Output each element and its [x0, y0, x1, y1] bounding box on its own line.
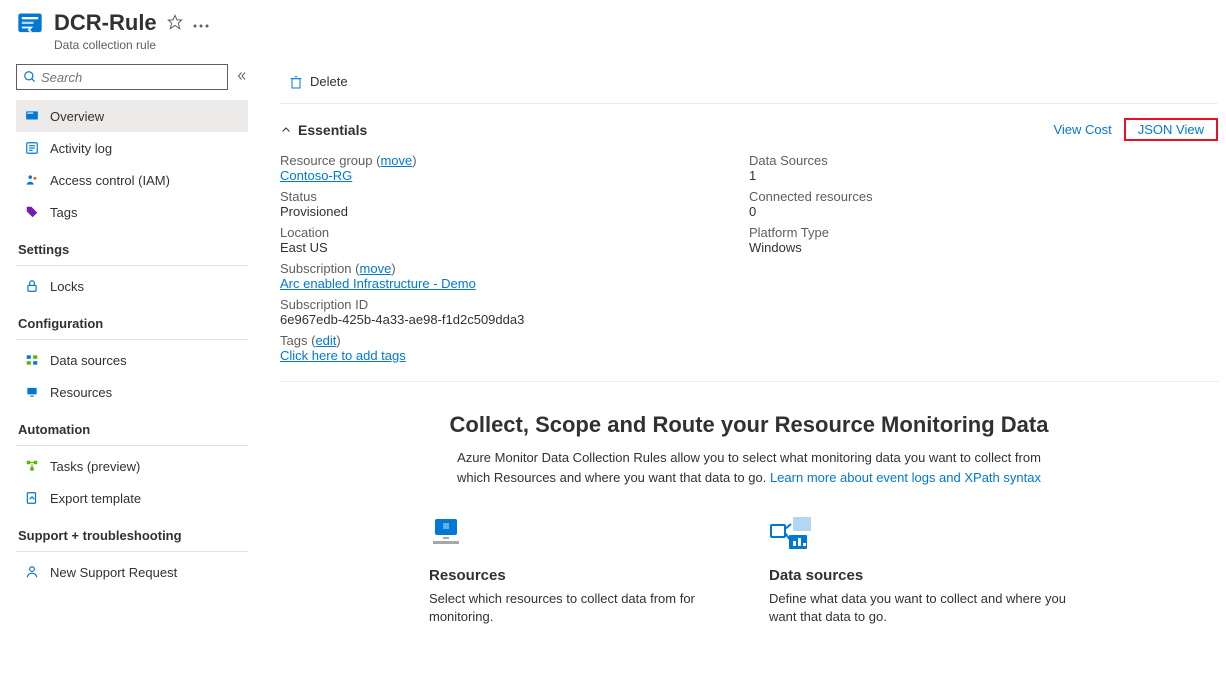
resource-type-label: Data collection rule: [54, 38, 1210, 52]
sidebar-item-label: Overview: [50, 109, 104, 124]
sidebar-item-tags[interactable]: Tags: [16, 196, 248, 228]
more-actions-icon[interactable]: [193, 16, 209, 31]
sidebar-section-support: Support + troubleshooting: [18, 528, 248, 543]
location-value: East US: [280, 240, 749, 255]
data-sources-icon: [24, 353, 40, 367]
delete-button[interactable]: Delete: [280, 66, 356, 98]
sidebar-item-access-control[interactable]: Access control (IAM): [16, 164, 248, 196]
data-sources-card-icon: [769, 517, 1069, 553]
data-sources-label: Data Sources: [749, 153, 1218, 168]
sidebar-item-label: Activity log: [50, 141, 112, 156]
subscription-id-value: 6e967edb-425b-4a33-ae98-f1d2c509dda3: [280, 312, 749, 327]
connected-resources-label: Connected resources: [749, 189, 1218, 204]
page-title: DCR-Rule: [54, 10, 157, 36]
sidebar: Overview Activity log Access control (IA…: [0, 60, 256, 683]
essentials-label: Essentials: [298, 122, 367, 138]
iam-icon: [24, 173, 40, 187]
sidebar-section-settings: Settings: [18, 242, 248, 257]
sidebar-item-label: Locks: [50, 279, 84, 294]
divider: [16, 265, 248, 266]
tags-label: Tags: [280, 333, 307, 348]
move-resource-group-link[interactable]: move: [380, 153, 412, 168]
sidebar-item-tasks[interactable]: Tasks (preview): [16, 450, 248, 482]
divider: [16, 551, 248, 552]
json-view-link[interactable]: JSON View: [1130, 118, 1212, 141]
command-bar: Delete: [280, 60, 1218, 104]
tags-icon: [24, 205, 40, 219]
json-view-highlight: JSON View: [1124, 118, 1218, 141]
sidebar-item-label: New Support Request: [50, 565, 177, 580]
sidebar-item-label: Tags: [50, 205, 77, 220]
divider: [16, 445, 248, 446]
edit-tags-link[interactable]: edit: [315, 333, 336, 348]
add-tags-link[interactable]: Click here to add tags: [280, 348, 406, 363]
sidebar-section-configuration: Configuration: [18, 316, 248, 331]
sidebar-item-export-template[interactable]: Export template: [16, 482, 248, 514]
export-icon: [24, 491, 40, 505]
move-subscription-link[interactable]: move: [360, 261, 392, 276]
subscription-value[interactable]: Arc enabled Infrastructure - Demo: [280, 276, 476, 291]
sidebar-item-label: Tasks (preview): [50, 459, 140, 474]
status-value: Provisioned: [280, 204, 749, 219]
log-icon: [24, 141, 40, 155]
resources-card: Resources Select which resources to coll…: [429, 517, 729, 626]
sidebar-section-automation: Automation: [18, 422, 248, 437]
sidebar-item-activity-log[interactable]: Activity log: [16, 132, 248, 164]
hero-title: Collect, Scope and Route your Resource M…: [340, 412, 1158, 438]
resources-card-icon: [429, 517, 729, 553]
lock-icon: [24, 279, 40, 293]
hero-description: Azure Monitor Data Collection Rules allo…: [439, 448, 1059, 487]
data-sources-card: Data sources Define what data you want t…: [769, 517, 1069, 626]
overview-icon: [24, 109, 40, 123]
connected-resources-value: 0: [749, 204, 1218, 219]
subscription-id-label: Subscription ID: [280, 297, 749, 312]
search-box[interactable]: [16, 64, 228, 90]
chevron-up-icon: [280, 124, 292, 136]
platform-type-value: Windows: [749, 240, 1218, 255]
location-label: Location: [280, 225, 749, 240]
resource-group-label: Resource group: [280, 153, 373, 168]
card-desc: Define what data you want to collect and…: [769, 590, 1069, 626]
sidebar-item-new-support-request[interactable]: New Support Request: [16, 556, 248, 588]
sidebar-item-label: Resources: [50, 385, 112, 400]
data-sources-value: 1: [749, 168, 1218, 183]
card-title: Resources: [429, 567, 729, 584]
card-desc: Select which resources to collect data f…: [429, 590, 729, 626]
sidebar-item-locks[interactable]: Locks: [16, 270, 248, 302]
learn-more-link[interactable]: Learn more about event logs and XPath sy…: [770, 470, 1041, 485]
essentials-toggle[interactable]: Essentials: [280, 122, 367, 138]
sidebar-item-data-sources[interactable]: Data sources: [16, 344, 248, 376]
subscription-label: Subscription: [280, 261, 352, 276]
support-icon: [24, 565, 40, 579]
sidebar-item-label: Export template: [50, 491, 141, 506]
essentials-panel: Resource group (move) Contoso-RG Status …: [280, 147, 1218, 382]
main-content: Delete Essentials View Cost JSON View Re…: [256, 60, 1226, 683]
sidebar-item-resources[interactable]: Resources: [16, 376, 248, 408]
favorite-star-icon[interactable]: [167, 14, 183, 33]
card-title: Data sources: [769, 567, 1069, 584]
view-cost-link[interactable]: View Cost: [1045, 118, 1119, 141]
sidebar-item-label: Access control (IAM): [50, 173, 170, 188]
resource-header: DCR-Rule Data collection rule: [0, 0, 1226, 60]
resource-type-icon: [16, 10, 44, 38]
search-input[interactable]: [37, 70, 221, 85]
hero-section: Collect, Scope and Route your Resource M…: [280, 382, 1218, 626]
platform-type-label: Platform Type: [749, 225, 1218, 240]
search-icon: [23, 70, 37, 84]
divider: [16, 339, 248, 340]
sidebar-item-label: Data sources: [50, 353, 127, 368]
collapse-sidebar-icon[interactable]: [236, 70, 248, 85]
delete-label: Delete: [310, 74, 348, 89]
resource-group-value[interactable]: Contoso-RG: [280, 168, 352, 183]
trash-icon: [288, 74, 304, 90]
tasks-icon: [24, 459, 40, 473]
resources-icon: [24, 385, 40, 399]
sidebar-item-overview[interactable]: Overview: [16, 100, 248, 132]
status-label: Status: [280, 189, 749, 204]
